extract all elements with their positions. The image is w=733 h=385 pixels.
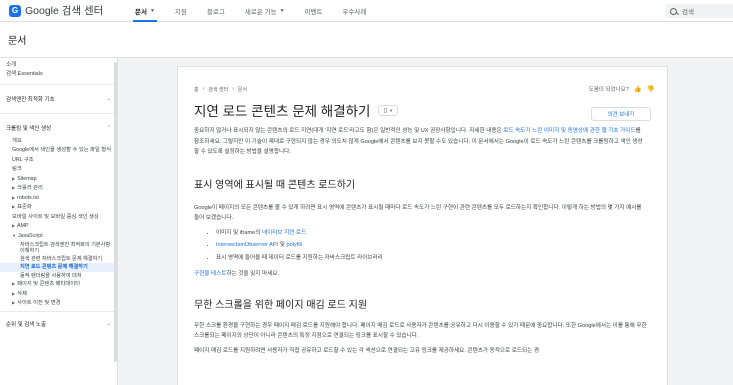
nav-tab-events[interactable]: 이벤트 bbox=[295, 0, 333, 22]
expand-arrow-icon: ▶ bbox=[12, 300, 16, 306]
viewport-paragraph: Google이 페이지의 모든 콘텐츠를 볼 수 있게 하려면 표시 영역에 콘… bbox=[194, 204, 642, 222]
main-nav: 문서 ▼ 지원 블로그 새로운 기능 ▼ 이벤트 우수사례 bbox=[125, 0, 376, 22]
helpful-feedback: 도움이 되었나요? 👍 👎 bbox=[589, 85, 655, 93]
bookmark-button[interactable]: ▯ ▼ bbox=[378, 104, 399, 116]
nav-tab-case-studies[interactable]: 우수사례 bbox=[332, 0, 376, 22]
sidebar-group-crawling[interactable]: 크롤링 및 색인 생성 ⌃ bbox=[0, 114, 117, 136]
polyfill-link[interactable]: polyfill bbox=[286, 242, 302, 248]
sidebar-item-site-moves[interactable]: ▶ 사이트 이전 및 변경 bbox=[0, 299, 117, 309]
breadcrumb-separator-icon: › bbox=[202, 86, 205, 92]
expand-arrow-icon: ▶ bbox=[12, 194, 16, 200]
section-heading-viewport: 표시 영역에 표시될 때 콘텐츠 로드하기 bbox=[194, 179, 356, 191]
intersection-observer-link[interactable]: IntersectionObserver API bbox=[216, 242, 278, 248]
chevron-down-icon: ▼ bbox=[149, 7, 155, 14]
section-heading-infinite-scroll: 무한 스크롤을 위한 페이지 매김 로드 지원 bbox=[194, 299, 368, 311]
sidebar-item-file-types[interactable]: Google에서 색인을 생성할 수 있는 파일 형식 bbox=[0, 146, 117, 156]
sidebar-group-ranking[interactable]: 순위 및 검색 노출 ⌄ bbox=[0, 312, 117, 332]
web-basics-link[interactable]: 로드 속도가 느린 이미지 및 동영상에 관한 웹 기초 가이드 bbox=[503, 128, 635, 134]
expand-arrow-icon: ▶ bbox=[12, 290, 16, 296]
expand-arrow-icon: ▶ bbox=[12, 223, 16, 228]
infinite-scroll-paragraph: 무한 스크롤 환경을 구현하는 경우 페이지 매김 로드를 지원해야 합니다. … bbox=[194, 322, 647, 340]
sidebar-item-js-basics[interactable]: 자바스크립트 검색엔진 최적화의 기본사항 이해하기 bbox=[0, 241, 117, 256]
sidebar-item-url-structure[interactable]: URL 구조 bbox=[0, 155, 117, 165]
expand-arrow-icon: ▶ bbox=[12, 281, 16, 287]
search-icon bbox=[670, 7, 677, 15]
sidebar-item-robots[interactable]: ▶ robots.txt bbox=[0, 193, 117, 203]
sidebar-item-overview[interactable]: 개요 bbox=[0, 136, 117, 146]
section-title: 문서 bbox=[8, 36, 27, 47]
sidebar-item-javascript[interactable]: ▼ JavaScript bbox=[0, 231, 117, 241]
nav-tab-support[interactable]: 지원 bbox=[165, 0, 197, 22]
logo[interactable]: G Google 검색 센터 bbox=[0, 3, 125, 18]
chevron-down-icon: ⌄ bbox=[106, 321, 111, 328]
methods-list: 이미지 및 iframe의 네이티브 지연 로드 IntersectionObs… bbox=[194, 228, 651, 264]
test-implementation-link[interactable]: 구현을 테스트 bbox=[194, 271, 226, 277]
nav-tab-blog[interactable]: 블로그 bbox=[197, 0, 235, 22]
sidebar-item-intro[interactable]: 소개 bbox=[0, 61, 117, 70]
search-central-logo-icon: G bbox=[9, 4, 21, 17]
breadcrumb-docs[interactable]: 문서 bbox=[238, 86, 247, 93]
test-paragraph: 구현을 테스트하는 것을 잊지 마세요. bbox=[194, 271, 279, 277]
thumbs-down-icon[interactable]: 👎 bbox=[647, 85, 655, 93]
sidebar-item-lazy-loading[interactable]: 지연 로드 콘텐츠 문제 해결하기 bbox=[0, 263, 117, 272]
search-input[interactable]: 검색 bbox=[665, 4, 733, 18]
sidebar-scrollbar[interactable] bbox=[114, 62, 117, 362]
page-title: 지연 로드 콘텐츠 문제 해결하기 bbox=[194, 104, 371, 119]
thumbs-up-icon[interactable]: 👍 bbox=[634, 85, 642, 93]
sidebar: 소개 검색 Essentials 검색엔진 최적화 기초 ⌄ 크롤링 및 색인 생… bbox=[0, 58, 118, 385]
title-row: 지연 로드 콘텐츠 문제 해결하기 ▯ ▼ bbox=[194, 101, 651, 119]
top-nav-bar: G Google 검색 센터 문서 ▼ 지원 블로그 새로운 기능 ▼ 이벤트 우수… bbox=[0, 0, 733, 22]
expand-arrow-icon: ▶ bbox=[12, 175, 16, 181]
sidebar-item-dynamic-rendering[interactable]: 동적 렌더링을 사용하여 대처 bbox=[0, 272, 117, 280]
chevron-down-icon: ▼ bbox=[279, 7, 285, 14]
sidebar-item-sitemap[interactable]: ▶ Sitemap bbox=[0, 174, 117, 184]
send-feedback-button[interactable]: 의견 보내기 bbox=[591, 107, 651, 121]
sidebar-item-canonical[interactable]: ▶ 표준화 bbox=[0, 203, 117, 213]
breadcrumb-search-central[interactable]: 검색 센터 bbox=[208, 86, 228, 93]
native-lazy-load-link[interactable]: 네이티브 지연 로드 bbox=[262, 230, 306, 236]
sidebar-item-removals[interactable]: ▶ 삭제 bbox=[0, 289, 117, 299]
list-item: 표시 영역에 들어올 때 데이터 로드를 지원하는 자바스크립트 라이브러리 bbox=[216, 253, 651, 264]
bookmark-icon: ▯ bbox=[383, 107, 388, 114]
expand-arrow-icon: ▶ bbox=[12, 185, 16, 190]
sidebar-item-amp[interactable]: ▶ AMP bbox=[0, 222, 117, 232]
nav-tab-whats-new[interactable]: 새로운 기능 ▼ bbox=[235, 0, 295, 22]
sidebar-item-js-troubleshoot[interactable]: 검색 관련 자바스크립트 문제 해결하기 bbox=[0, 255, 117, 263]
sidebar-item-mobile[interactable]: 모바일 사이트 및 모바일 중심 색인 생성 bbox=[0, 212, 117, 222]
paginated-paragraph: 페이지 매김 로드를 지원하려면 사용자가 직접 공유하고 로드할 수 있는 각… bbox=[194, 347, 540, 354]
list-item: 이미지 및 iframe의 네이티브 지연 로드 bbox=[216, 228, 651, 239]
nav-tab-docs[interactable]: 문서 ▼ bbox=[125, 0, 165, 22]
breadcrumb-home[interactable]: 홈 bbox=[194, 86, 199, 93]
breadcrumb-separator-icon: › bbox=[232, 86, 234, 92]
sidebar-item-crawler-management[interactable]: ▶ 크롤러 관리 bbox=[0, 184, 117, 194]
breadcrumb: 홈 › 검색 센터 › 문서 bbox=[194, 85, 651, 93]
chevron-up-icon: ⌃ bbox=[106, 125, 111, 131]
helpful-label: 도움이 되었나요? bbox=[588, 87, 629, 93]
list-item: IntersectionObserver API 및 polyfill bbox=[216, 240, 651, 251]
chevron-down-icon: ▼ bbox=[389, 107, 394, 113]
sidebar-group-seo-basics[interactable]: 검색엔진 최적화 기초 ⌄ bbox=[0, 85, 117, 114]
sidebar-item-essentials[interactable]: 검색 Essentials bbox=[0, 70, 117, 79]
chevron-down-icon: ⌄ bbox=[106, 96, 111, 102]
sidebar-item-links[interactable]: 링크 bbox=[0, 165, 117, 175]
sidebar-item-metadata[interactable]: ▶ 페이지 및 콘텐츠 메타데이터 bbox=[0, 280, 117, 290]
intro-paragraph: 중요하지 않거나 표시되지 않는 콘텐츠의 로드 지연(대개 '지연 로드'라고… bbox=[194, 128, 643, 155]
logo-text: Google 검색 센터 bbox=[25, 5, 104, 17]
collapse-arrow-icon: ▼ bbox=[12, 232, 16, 238]
search-placeholder: 검색 bbox=[682, 9, 694, 16]
article-card: 홈 › 검색 센터 › 문서 도움이 되었나요? 👍 👎 지연 로드 콘텐츠 문… bbox=[177, 66, 668, 385]
section-header: 문서 bbox=[0, 22, 733, 58]
expand-arrow-icon: ▶ bbox=[12, 204, 16, 209]
